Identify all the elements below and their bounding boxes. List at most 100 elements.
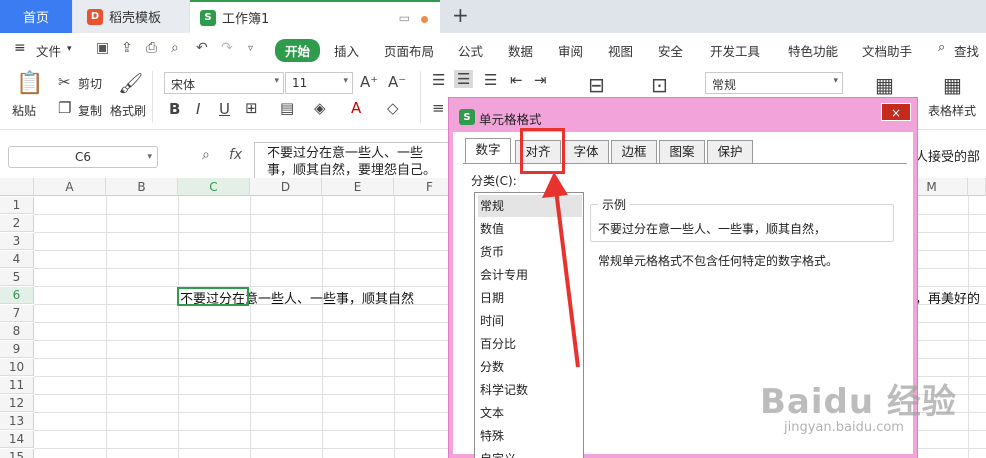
fx-icon[interactable]: fx [229, 147, 242, 163]
row-header[interactable]: 6 [0, 287, 34, 304]
format-painter-icon[interactable]: 🖌 [118, 71, 143, 95]
cell-overflow-text: ，再美好的 [915, 292, 981, 307]
row-header[interactable]: 14 [0, 431, 34, 448]
row-header[interactable]: 12 [0, 395, 34, 412]
menu-view[interactable]: 视图 [608, 41, 633, 60]
select-all-corner[interactable] [0, 178, 34, 196]
font-name-combo[interactable]: 宋体 ▾ [164, 72, 284, 94]
font-color-icon[interactable]: A [351, 99, 361, 117]
table-style-icon[interactable]: ▦ [943, 73, 962, 97]
row-header[interactable]: 13 [0, 413, 34, 430]
wrap-text-icon[interactable]: ⊡ [651, 73, 668, 97]
column-header[interactable]: A [34, 178, 106, 196]
menu-start[interactable]: 开始 [275, 39, 321, 62]
close-icon[interactable]: × [881, 103, 911, 121]
indent-increase-icon[interactable]: ⇥ [534, 71, 547, 89]
row-header[interactable]: 9 [0, 341, 34, 358]
fill-style-icon[interactable]: ▤ [280, 99, 294, 117]
list-item[interactable]: 文本 [478, 402, 582, 424]
print-icon[interactable]: ⎙ [146, 40, 157, 56]
copy-icon[interactable]: ❐ [58, 99, 71, 117]
formula-input[interactable]: 不要过分在意一些人、一些事，顺其自然，要埋怨自己。 [254, 142, 454, 180]
cut-icon[interactable]: ✂ [58, 73, 71, 91]
cut-label[interactable]: 剪切 [78, 75, 102, 92]
bold-icon[interactable]: B [169, 100, 180, 118]
dialog-title: 单元格格式 [479, 112, 542, 127]
tab-protection[interactable]: 保护 [707, 140, 753, 164]
selected-cell-c6[interactable] [177, 287, 249, 306]
copy-label[interactable]: 复制 [78, 102, 102, 119]
save-icon[interactable]: ▣ [96, 40, 109, 56]
align-bottom-icon[interactable]: ☰ [484, 71, 497, 89]
menu-search[interactable]: 查找 [954, 41, 979, 60]
menu-special-features[interactable]: 特色功能 [788, 41, 838, 60]
border-icon[interactable]: ⊞ [245, 99, 258, 117]
row-header[interactable]: 4 [0, 251, 34, 268]
align-left-icon[interactable]: ≡ [432, 99, 445, 117]
new-tab-button[interactable]: + [452, 3, 469, 27]
tab-font[interactable]: 字体 [563, 140, 609, 164]
row-header[interactable]: 15 [0, 449, 34, 458]
menu-developer[interactable]: 开发工具 [710, 41, 760, 60]
font-size-combo[interactable]: 11 ▾ [285, 72, 353, 94]
tab-home[interactable]: 首页 [0, 0, 72, 33]
redo-icon[interactable]: ↷ [221, 40, 233, 56]
format-painter-label[interactable]: 格式刷 [110, 102, 146, 119]
export-icon[interactable]: ⇪ [121, 40, 133, 56]
name-box[interactable]: C6 ▾ [8, 146, 158, 168]
list-item[interactable]: 自定义 [478, 448, 582, 458]
tab-workbook[interactable]: S 工作簿1 ▭ [190, 0, 440, 33]
row-header[interactable]: 7 [0, 305, 34, 322]
underline-icon[interactable]: U [219, 100, 230, 118]
zoom-icon[interactable]: ⌕ [202, 147, 210, 163]
align-top-icon[interactable]: ☰ [432, 71, 445, 89]
watermark-url: jingyan.baidu.com [784, 420, 904, 435]
italic-icon[interactable]: I [196, 100, 200, 118]
row-header[interactable]: 5 [0, 269, 34, 286]
clear-format-icon[interactable]: ◇ [387, 99, 399, 117]
menu-doc-assistant[interactable]: 文档助手 [862, 41, 912, 60]
row-header[interactable]: 8 [0, 323, 34, 340]
menu-hamburger-icon[interactable]: ≡ [14, 40, 26, 56]
merge-cells-icon[interactable]: ⊟ [588, 73, 605, 97]
menu-security[interactable]: 安全 [658, 41, 683, 60]
align-middle-icon[interactable]: ☰ [454, 70, 474, 88]
column-header[interactable]: D [250, 178, 322, 196]
menu-data[interactable]: 数据 [508, 41, 533, 60]
menu-page-layout[interactable]: 页面布局 [384, 41, 434, 60]
column-header[interactable]: B [106, 178, 178, 196]
row-header[interactable]: 3 [0, 233, 34, 250]
more-tools-icon[interactable]: ▿ [248, 43, 253, 54]
table-style-label[interactable]: 表格样式 [928, 102, 976, 119]
tab-template[interactable]: D 稻壳模板 [73, 0, 189, 33]
undo-icon[interactable]: ↶ [196, 40, 208, 56]
search-icon[interactable]: ⌕ [938, 40, 945, 55]
column-header[interactable]: E [322, 178, 394, 196]
increase-font-icon[interactable]: A⁺ [360, 73, 378, 91]
list-item[interactable]: 科学记数 [478, 379, 582, 401]
list-item[interactable]: 特殊 [478, 425, 582, 447]
row-header[interactable]: 2 [0, 215, 34, 232]
row-header[interactable]: 1 [0, 197, 34, 214]
indent-decrease-icon[interactable]: ⇤ [510, 71, 523, 89]
paste-label[interactable]: 粘贴 [12, 102, 36, 119]
tab-patterns[interactable]: 图案 [659, 140, 705, 164]
menu-file[interactable]: 文件 [36, 41, 61, 60]
fill-color-icon[interactable]: ◈ [314, 99, 326, 117]
row-header[interactable]: 10 [0, 359, 34, 376]
number-format-combo[interactable]: 常规 ▾ [705, 72, 843, 94]
menu-review[interactable]: 审阅 [558, 41, 583, 60]
paste-icon[interactable]: 📋 [16, 71, 43, 96]
decrease-font-icon[interactable]: A⁻ [388, 73, 406, 91]
menu-formulas[interactable]: 公式 [458, 41, 483, 60]
column-header[interactable]: C [178, 178, 250, 196]
menu-insert[interactable]: 插入 [334, 41, 359, 60]
tab-number[interactable]: 数字 [465, 138, 511, 164]
conditional-format-icon[interactable]: ▦ [875, 73, 894, 97]
divider [420, 71, 421, 123]
chevron-down-icon[interactable]: ▾ [67, 44, 72, 54]
tab-border[interactable]: 边框 [611, 140, 657, 164]
monitor-icon[interactable]: ▭ [399, 11, 410, 25]
preview-icon[interactable]: ⌕ [171, 40, 179, 56]
row-header[interactable]: 11 [0, 377, 34, 394]
